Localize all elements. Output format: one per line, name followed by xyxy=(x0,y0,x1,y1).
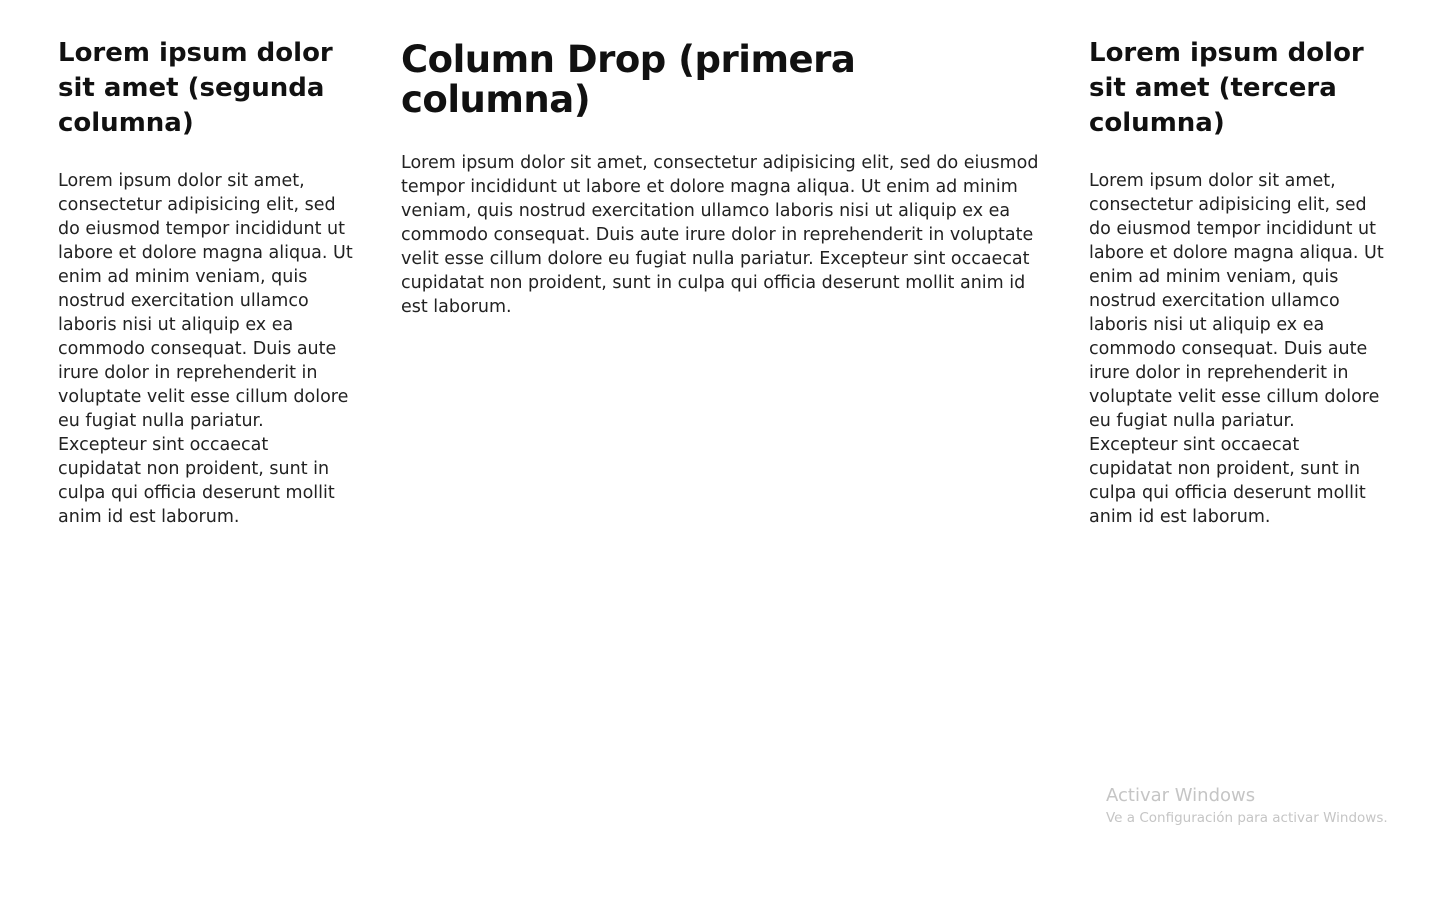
third-column-text: Lorem ipsum dolor sit amet, consectetur … xyxy=(1089,171,1384,527)
windows-activation-watermark: Activar Windows Ve a Configuración para … xyxy=(1106,784,1406,828)
page-title: Column Drop (primera columna) xyxy=(401,38,856,121)
third-column-heading: Lorem ipsum dolor sit amet (tercera colu… xyxy=(1089,38,1364,138)
second-column-heading: Lorem ipsum dolor sit amet (segunda colu… xyxy=(58,38,333,138)
activation-subtitle: Ve a Configuración para activar Windows. xyxy=(1106,810,1388,826)
first-column: Column Drop (primera columna) Lorem ipsu… xyxy=(401,0,1049,319)
third-column: Lorem ipsum dolor sit amet (tercera colu… xyxy=(1089,0,1385,529)
activation-title: Activar Windows xyxy=(1106,785,1256,806)
page: Lorem ipsum dolor sit amet (segunda colu… xyxy=(0,0,1440,900)
first-column-text: Lorem ipsum dolor sit amet, consectetur … xyxy=(401,153,1039,317)
second-column: Lorem ipsum dolor sit amet (segunda colu… xyxy=(58,0,354,529)
second-column-text: Lorem ipsum dolor sit amet, consectetur … xyxy=(58,171,353,527)
